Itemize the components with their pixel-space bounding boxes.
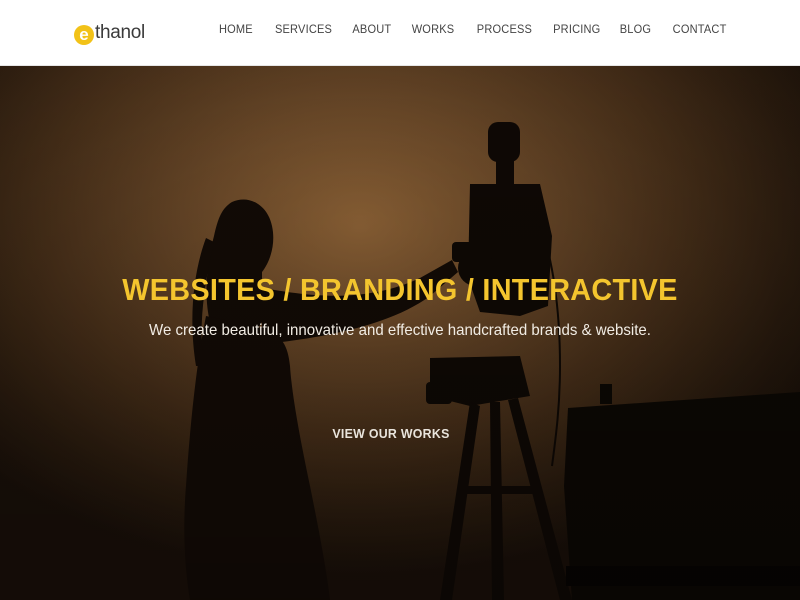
svg-text:e: e — [79, 25, 88, 44]
logo-e-icon: e — [73, 18, 95, 46]
nav-works[interactable]: WORKS — [412, 21, 455, 37]
site-logo[interactable]: e thanol — [73, 16, 145, 48]
hero-subtitle: We create beautiful, innovative and effe… — [149, 322, 651, 339]
site-header: e thanol HOME SERVICES ABOUT WORKS PROCE… — [0, 0, 800, 66]
main-nav: HOME SERVICES ABOUT WORKS PROCESS PRICIN… — [199, 21, 727, 37]
nav-about[interactable]: ABOUT — [353, 21, 392, 37]
nav-contact[interactable]: CONTACT — [673, 21, 727, 37]
nav-home[interactable]: HOME — [219, 21, 253, 37]
hero-title: WEBSITES / BRANDING / INTERACTIVE — [122, 272, 678, 307]
nav-blog[interactable]: BLOG — [620, 21, 651, 37]
logo-wordmark: thanol — [95, 22, 145, 43]
nav-process[interactable]: PROCESS — [477, 21, 532, 37]
nav-pricing[interactable]: PRICING — [553, 21, 600, 37]
view-works-button[interactable]: VIEW OUR WORKS — [324, 421, 459, 447]
hero-section: WEBSITES / BRANDING / INTERACTIVE We cre… — [0, 66, 800, 600]
nav-services[interactable]: SERVICES — [275, 21, 332, 37]
